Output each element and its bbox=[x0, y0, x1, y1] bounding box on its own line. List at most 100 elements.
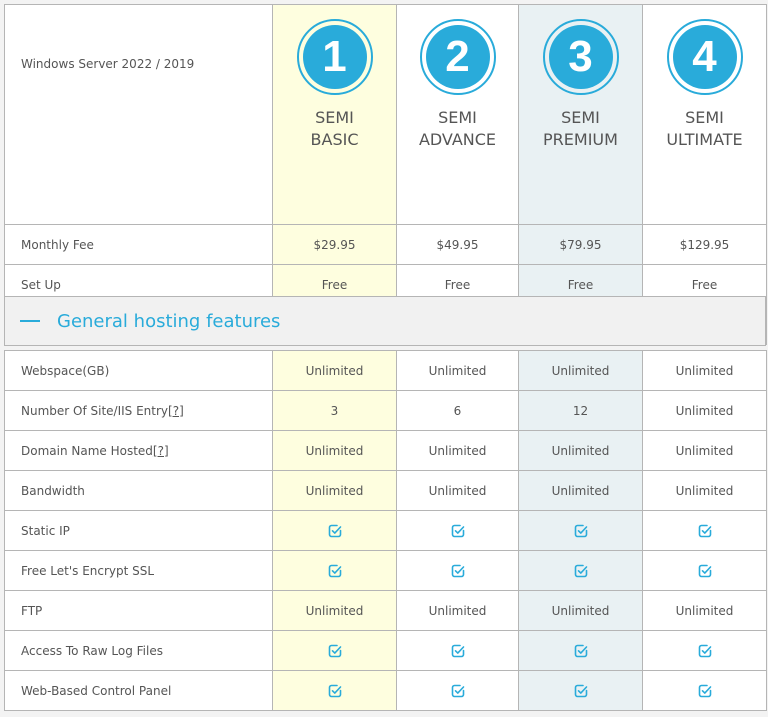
included-cell bbox=[642, 550, 767, 591]
row-label: Number Of Site/IIS Entry[?] bbox=[4, 390, 273, 431]
value-cell: Unlimited bbox=[642, 390, 767, 431]
plan-header-table: Windows Server 2022 / 2019 1 SEMI BASIC 2… bbox=[4, 4, 767, 345]
plan-title-line2: ADVANCE bbox=[418, 130, 497, 149]
row-label-text: Set Up bbox=[21, 277, 61, 292]
row-label-text: Webspace(GB) bbox=[21, 363, 110, 378]
included-cell bbox=[396, 670, 519, 711]
plan-title-line1: SEMI bbox=[561, 108, 600, 127]
plan-column-premium: 3 SEMI PREMIUM bbox=[518, 4, 643, 225]
section-header-general-hosting[interactable]: General hosting features bbox=[4, 296, 766, 346]
checkbox-checked-icon bbox=[451, 564, 464, 578]
plan-title: SEMI ADVANCE bbox=[397, 107, 518, 151]
row-label: Access To Raw Log Files bbox=[4, 630, 273, 671]
plan-number: 1 bbox=[302, 25, 367, 89]
plan-title-line2: ULTIMATE bbox=[666, 130, 743, 149]
table-row: FTP Unlimited Unlimited Unlimited Unlimited bbox=[4, 590, 767, 631]
included-cell bbox=[642, 510, 767, 551]
plan-title-line1: SEMI bbox=[315, 108, 354, 127]
section-title: General hosting features bbox=[57, 310, 281, 332]
checkbox-checked-icon bbox=[574, 684, 587, 698]
included-cell bbox=[518, 670, 643, 711]
table-row: Bandwidth Unlimited Unlimited Unlimited Unli… bbox=[4, 470, 767, 511]
plan-header-row: Windows Server 2022 / 2019 1 SEMI BASIC 2… bbox=[4, 4, 767, 225]
value-cell: $49.95 bbox=[396, 224, 519, 265]
row-label: Domain Name Hosted[?] bbox=[4, 430, 273, 471]
table-row: Free Let's Encrypt SSL bbox=[4, 550, 767, 591]
checkbox-checked-icon bbox=[328, 564, 341, 578]
table-row: Web-Based Control Panel bbox=[4, 670, 767, 711]
plan-number-badge: 4 bbox=[666, 19, 743, 95]
table-row: Webspace(GB) Unlimited Unlimited Unlimited U… bbox=[4, 350, 767, 391]
value-cell: Unlimited bbox=[396, 350, 519, 391]
checkbox-checked-icon bbox=[574, 524, 587, 538]
included-cell bbox=[518, 630, 643, 671]
included-cell bbox=[396, 630, 519, 671]
pricing-comparison: Windows Server 2022 / 2019 1 SEMI BASIC 2… bbox=[0, 0, 768, 717]
table-row: Access To Raw Log Files bbox=[4, 630, 767, 671]
value-cell: 3 bbox=[272, 390, 397, 431]
checkbox-checked-icon bbox=[328, 524, 341, 538]
features-table: Webspace(GB) Unlimited Unlimited Unlimited U… bbox=[4, 350, 767, 711]
plan-number-badge: 3 bbox=[542, 19, 619, 95]
value-cell: Unlimited bbox=[642, 350, 767, 391]
included-cell bbox=[642, 670, 767, 711]
value-cell: 12 bbox=[518, 390, 643, 431]
included-cell bbox=[272, 550, 397, 591]
row-label-text: Monthly Fee bbox=[21, 237, 94, 252]
checkbox-checked-icon bbox=[328, 684, 341, 698]
row-label-text: FTP bbox=[21, 603, 43, 618]
value-cell: Unlimited bbox=[518, 470, 643, 511]
help-link[interactable]: [?] bbox=[168, 404, 184, 418]
help-link[interactable]: [?] bbox=[153, 444, 169, 458]
plan-number-badge: 2 bbox=[419, 19, 496, 95]
row-label-text: Web-Based Control Panel bbox=[21, 683, 172, 698]
included-cell bbox=[518, 550, 643, 591]
checkbox-checked-icon bbox=[574, 564, 587, 578]
value-cell: $129.95 bbox=[642, 224, 767, 265]
included-cell bbox=[272, 630, 397, 671]
row-label: Web-Based Control Panel bbox=[4, 670, 273, 711]
minus-icon[interactable] bbox=[20, 320, 40, 322]
included-cell bbox=[396, 510, 519, 551]
table-row: Domain Name Hosted[?] Unlimited Unlimited U… bbox=[4, 430, 767, 471]
table-row: Monthly Fee $29.95 $49.95 $79.95 $129.95 bbox=[4, 224, 767, 265]
included-cell bbox=[396, 550, 519, 591]
checkbox-checked-icon bbox=[328, 644, 341, 658]
value-cell: Unlimited bbox=[518, 350, 643, 391]
row-label: FTP bbox=[4, 590, 273, 631]
value-cell: Unlimited bbox=[272, 470, 397, 511]
plan-title-line1: SEMI bbox=[685, 108, 724, 127]
value-cell: Unlimited bbox=[396, 470, 519, 511]
feature-rows: Webspace(GB) Unlimited Unlimited Unlimited U… bbox=[4, 350, 767, 711]
value-cell: Unlimited bbox=[518, 430, 643, 471]
value-cell: Unlimited bbox=[272, 350, 397, 391]
row-label-text: Static IP bbox=[21, 523, 70, 538]
value-cell: Unlimited bbox=[272, 430, 397, 471]
row-label: Monthly Fee bbox=[4, 224, 273, 265]
value-cell: 6 bbox=[396, 390, 519, 431]
checkbox-checked-icon bbox=[698, 684, 711, 698]
plan-title-line2: PREMIUM bbox=[543, 130, 618, 149]
row-label-text: Domain Name Hosted bbox=[21, 443, 153, 458]
plan-number-badge: 1 bbox=[296, 19, 373, 95]
plan-title-line2: BASIC bbox=[310, 130, 359, 149]
checkbox-checked-icon bbox=[451, 524, 464, 538]
value-cell: $79.95 bbox=[518, 224, 643, 265]
row-label-text: Number Of Site/IIS Entry bbox=[21, 403, 169, 418]
checkbox-checked-icon bbox=[451, 684, 464, 698]
value-cell: Unlimited bbox=[396, 590, 519, 631]
checkbox-checked-icon bbox=[451, 644, 464, 658]
value-cell: Unlimited bbox=[518, 590, 643, 631]
plan-number: 4 bbox=[672, 25, 737, 89]
included-cell bbox=[518, 510, 643, 551]
value-cell: Unlimited bbox=[642, 590, 767, 631]
plan-number: 3 bbox=[548, 25, 613, 89]
included-cell bbox=[272, 510, 397, 551]
table-row: Static IP bbox=[4, 510, 767, 551]
plan-column-ultimate: 4 SEMI ULTIMATE bbox=[642, 4, 767, 225]
row-label-text: Access To Raw Log Files bbox=[21, 643, 163, 658]
plan-title: SEMI BASIC bbox=[273, 107, 396, 151]
os-label: Windows Server 2022 / 2019 bbox=[4, 4, 273, 225]
checkbox-checked-icon bbox=[698, 564, 711, 578]
value-cell: Unlimited bbox=[272, 590, 397, 631]
